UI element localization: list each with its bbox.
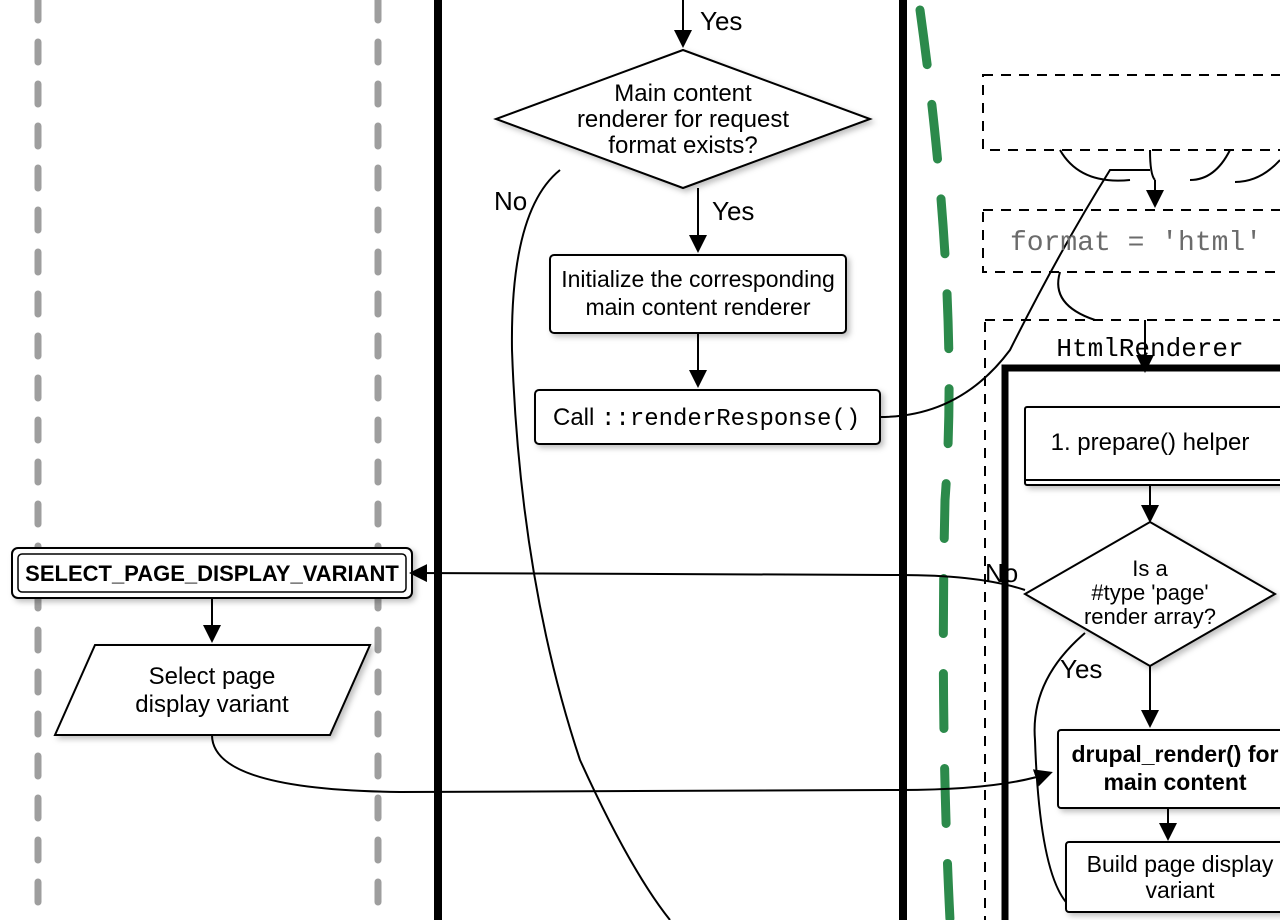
svg-text:Main content: Main content	[614, 80, 752, 107]
edge-incoming-yes: Yes	[683, 0, 742, 45]
edge-format-to-htmlrenderer	[1058, 272, 1095, 320]
node-format-html: format = 'html'	[983, 210, 1280, 272]
label-yes-top: Yes	[700, 6, 742, 36]
label-yes-right: Yes	[1060, 654, 1102, 684]
svg-text:renderer for request: renderer for request	[577, 106, 789, 133]
svg-text:SELECT_PAGE_DISPLAY_VARIANT: SELECT_PAGE_DISPLAY_VARIANT	[25, 561, 399, 586]
decision-is-page-array: Is a #type 'page' render array?	[1025, 522, 1275, 666]
edge-select-variant-to-right	[212, 735, 1050, 792]
svg-text:main content: main content	[1103, 769, 1246, 795]
svg-text:Initialize the corresponding: Initialize the corresponding	[561, 266, 835, 292]
svg-text:render array?: render array?	[1084, 604, 1216, 629]
svg-text:format = 'html': format = 'html'	[1010, 228, 1262, 259]
svg-text:Select page: Select page	[149, 663, 276, 690]
label-htmlrenderer: HtmlRenderer	[1056, 334, 1243, 364]
node-event-select-page-display-variant: SELECT_PAGE_DISPLAY_VARIANT	[12, 548, 412, 598]
left-column-dashed-lines	[38, 0, 378, 920]
svg-text:#type 'page': #type 'page'	[1091, 580, 1208, 605]
node-build-page-display-variant: Build page display variant	[1066, 842, 1280, 912]
svg-text:1. prepare() helper: 1. prepare() helper	[1051, 429, 1250, 456]
svg-text:format exists?: format exists?	[608, 132, 757, 159]
edge-no-to-event	[412, 573, 1025, 590]
edge-call-to-format	[880, 170, 1150, 417]
node-prepare-helper: 1. prepare() helper	[1025, 407, 1280, 485]
node-select-page-display-variant: Select page display variant	[55, 645, 370, 735]
flowchart-diagram: Yes Main content renderer for request fo…	[0, 0, 1280, 920]
node-call-renderresponse: Call ::renderResponse()	[535, 390, 880, 444]
label-no-right: No	[985, 558, 1018, 588]
label-no-left: No	[494, 186, 527, 216]
svg-text:Build page display: Build page display	[1087, 851, 1274, 877]
svg-text:main content renderer: main content renderer	[585, 294, 810, 320]
edge-decision-yes: Yes	[698, 188, 754, 250]
decision-renderer-exists: Main content renderer for request format…	[496, 50, 870, 188]
svg-text:Is a: Is a	[1132, 556, 1168, 581]
svg-text:Call ::renderResponse(): Call ::renderResponse()	[553, 404, 860, 433]
dashed-box-top-right	[983, 75, 1280, 150]
svg-text:drupal_render() for: drupal_render() for	[1071, 741, 1278, 767]
label-yes-after-decision: Yes	[712, 196, 754, 226]
svg-text:variant: variant	[1145, 877, 1215, 903]
green-separator	[920, 10, 950, 920]
node-drupal-render-main: drupal_render() for main content	[1058, 730, 1280, 808]
node-initialize-renderer: Initialize the corresponding main conten…	[550, 255, 846, 333]
svg-text:display variant: display variant	[135, 691, 289, 718]
